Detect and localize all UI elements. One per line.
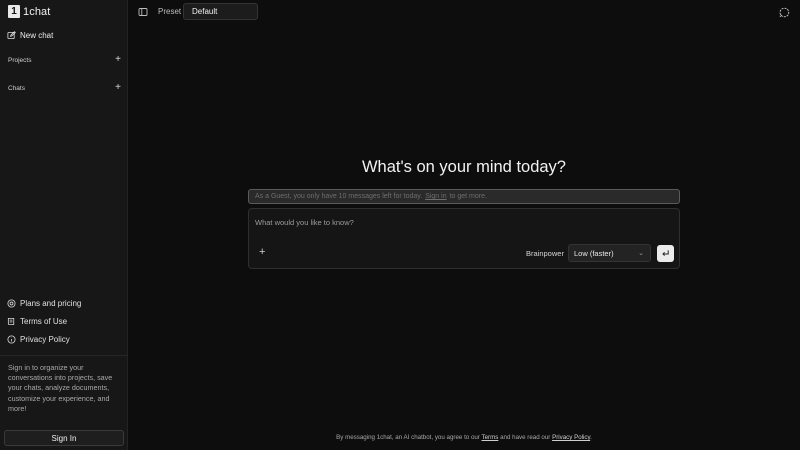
page-title: What's on your mind today? [361,158,566,176]
preset-select[interactable]: Default [183,3,258,20]
privacy-label: Privacy Policy [20,334,70,344]
terms-icon [7,317,15,325]
message-input[interactable] [255,215,665,229]
attach-button[interactable]: + [259,247,265,258]
privacy-icon [7,334,16,344]
sidebar-toggle-icon[interactable] [138,7,148,17]
app-logo[interactable]: 1 1chat [8,5,50,18]
chevron-down-icon: ⌄ [638,250,644,257]
new-chat-button[interactable]: New chat [7,29,53,42]
pricing-label: Plans and pricing [20,298,82,308]
brainpower-label: Brainpower [526,249,564,258]
pricing-icon [7,298,16,308]
footer-prefix: By messaging 1chat, an AI chatbot, you a… [336,434,480,441]
footer-privacy-link[interactable]: Privacy Policy [552,434,590,441]
footer-end: . [590,434,592,441]
guest-limit-banner: As a Guest, you only have 10 messages le… [248,189,680,204]
logo-mark: 1 [8,5,20,18]
footer-middle: and have read our [500,434,551,441]
guest-banner-prefix: As a Guest, you only have 10 messages le… [255,193,423,200]
add-project-button[interactable]: + [115,55,121,65]
brainpower-select[interactable]: Low (faster) ⌄ [568,244,651,262]
send-button[interactable] [657,245,674,262]
sidebar-link-terms[interactable]: Terms of Use [7,315,67,327]
sidebar-link-privacy[interactable]: Privacy Policy [7,333,70,345]
brainpower-value: Low (faster) [574,248,614,258]
sign-in-button[interactable]: Sign In [4,430,124,446]
footer-terms-link[interactable]: Terms [482,434,499,441]
guest-banner-suffix: to get more. [449,193,487,200]
add-chat-button[interactable]: + [115,83,121,93]
guest-signin-link[interactable]: Sign in [425,193,446,200]
chats-label: Chats [8,84,25,92]
signin-blurb: Sign in to organize your conversations i… [8,363,113,413]
sidebar-section-chats: Chats + [8,82,121,94]
chat-bubble-icon[interactable] [779,7,790,18]
app-name: 1chat [23,5,51,18]
edit-icon [7,31,16,40]
sidebar-link-pricing[interactable]: Plans and pricing [7,297,81,309]
sidebar: 1 1chat New chat Projects + Chats + Plan… [0,0,128,450]
legal-footer: By messaging 1chat, an AI chatbot, you a… [248,434,680,441]
projects-label: Projects [8,56,32,64]
terms-label: Terms of Use [20,316,68,326]
message-composer: + Brainpower Low (faster) ⌄ [248,208,680,269]
enter-icon [662,250,669,256]
sidebar-divider [0,355,128,356]
new-chat-label: New chat [20,31,54,40]
sidebar-section-projects: Projects + [8,54,121,66]
preset-label: Preset [158,7,182,16]
